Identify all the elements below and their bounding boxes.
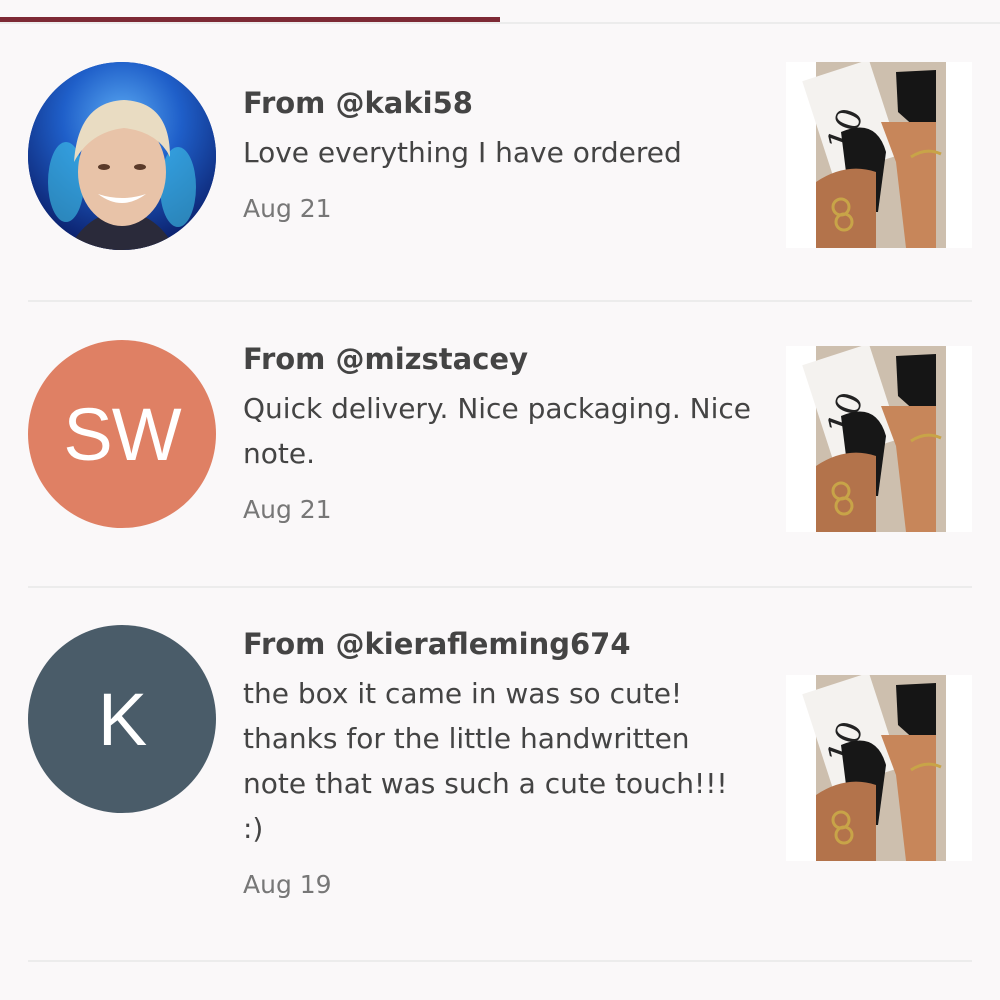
reviewer-photo	[28, 62, 216, 250]
reviewer-name[interactable]: From @kierafleming674	[243, 625, 763, 663]
avatar-initials: K	[97, 677, 147, 761]
review-date: Aug 21	[243, 495, 332, 524]
review-date: Aug 21	[243, 194, 332, 223]
divider	[28, 586, 972, 588]
sandals-image: 10	[786, 62, 972, 248]
avatar-initials: SW	[63, 392, 181, 476]
reviewer-name[interactable]: From @mizstacey	[243, 340, 763, 378]
reviewer-avatar[interactable]: K	[28, 625, 216, 813]
sandals-image: 10	[786, 675, 972, 861]
review-item: From @kaki58 Love everything I have orde…	[28, 62, 972, 262]
tab-divider	[0, 22, 1000, 24]
reviewer-avatar[interactable]	[28, 62, 216, 250]
reviewer-avatar[interactable]: SW	[28, 340, 216, 528]
review-item: SW From @mizstacey Quick delivery. Nice …	[28, 340, 972, 540]
sandals-image: 10	[786, 346, 972, 532]
item-thumbnail[interactable]: 10	[786, 675, 972, 861]
review-item: K From @kierafleming674 the box it came …	[28, 625, 972, 915]
reviewer-name[interactable]: From @kaki58	[243, 84, 763, 122]
review-text: Quick delivery. Nice packaging. Nice not…	[243, 392, 751, 470]
review-text: the box it came in was so cute! thanks f…	[243, 677, 728, 845]
divider	[28, 300, 972, 302]
review-text: Love everything I have ordered	[243, 136, 682, 169]
item-thumbnail[interactable]: 10	[786, 346, 972, 532]
item-thumbnail[interactable]: 10	[786, 62, 972, 248]
review-date: Aug 19	[243, 870, 332, 899]
divider	[28, 960, 972, 962]
